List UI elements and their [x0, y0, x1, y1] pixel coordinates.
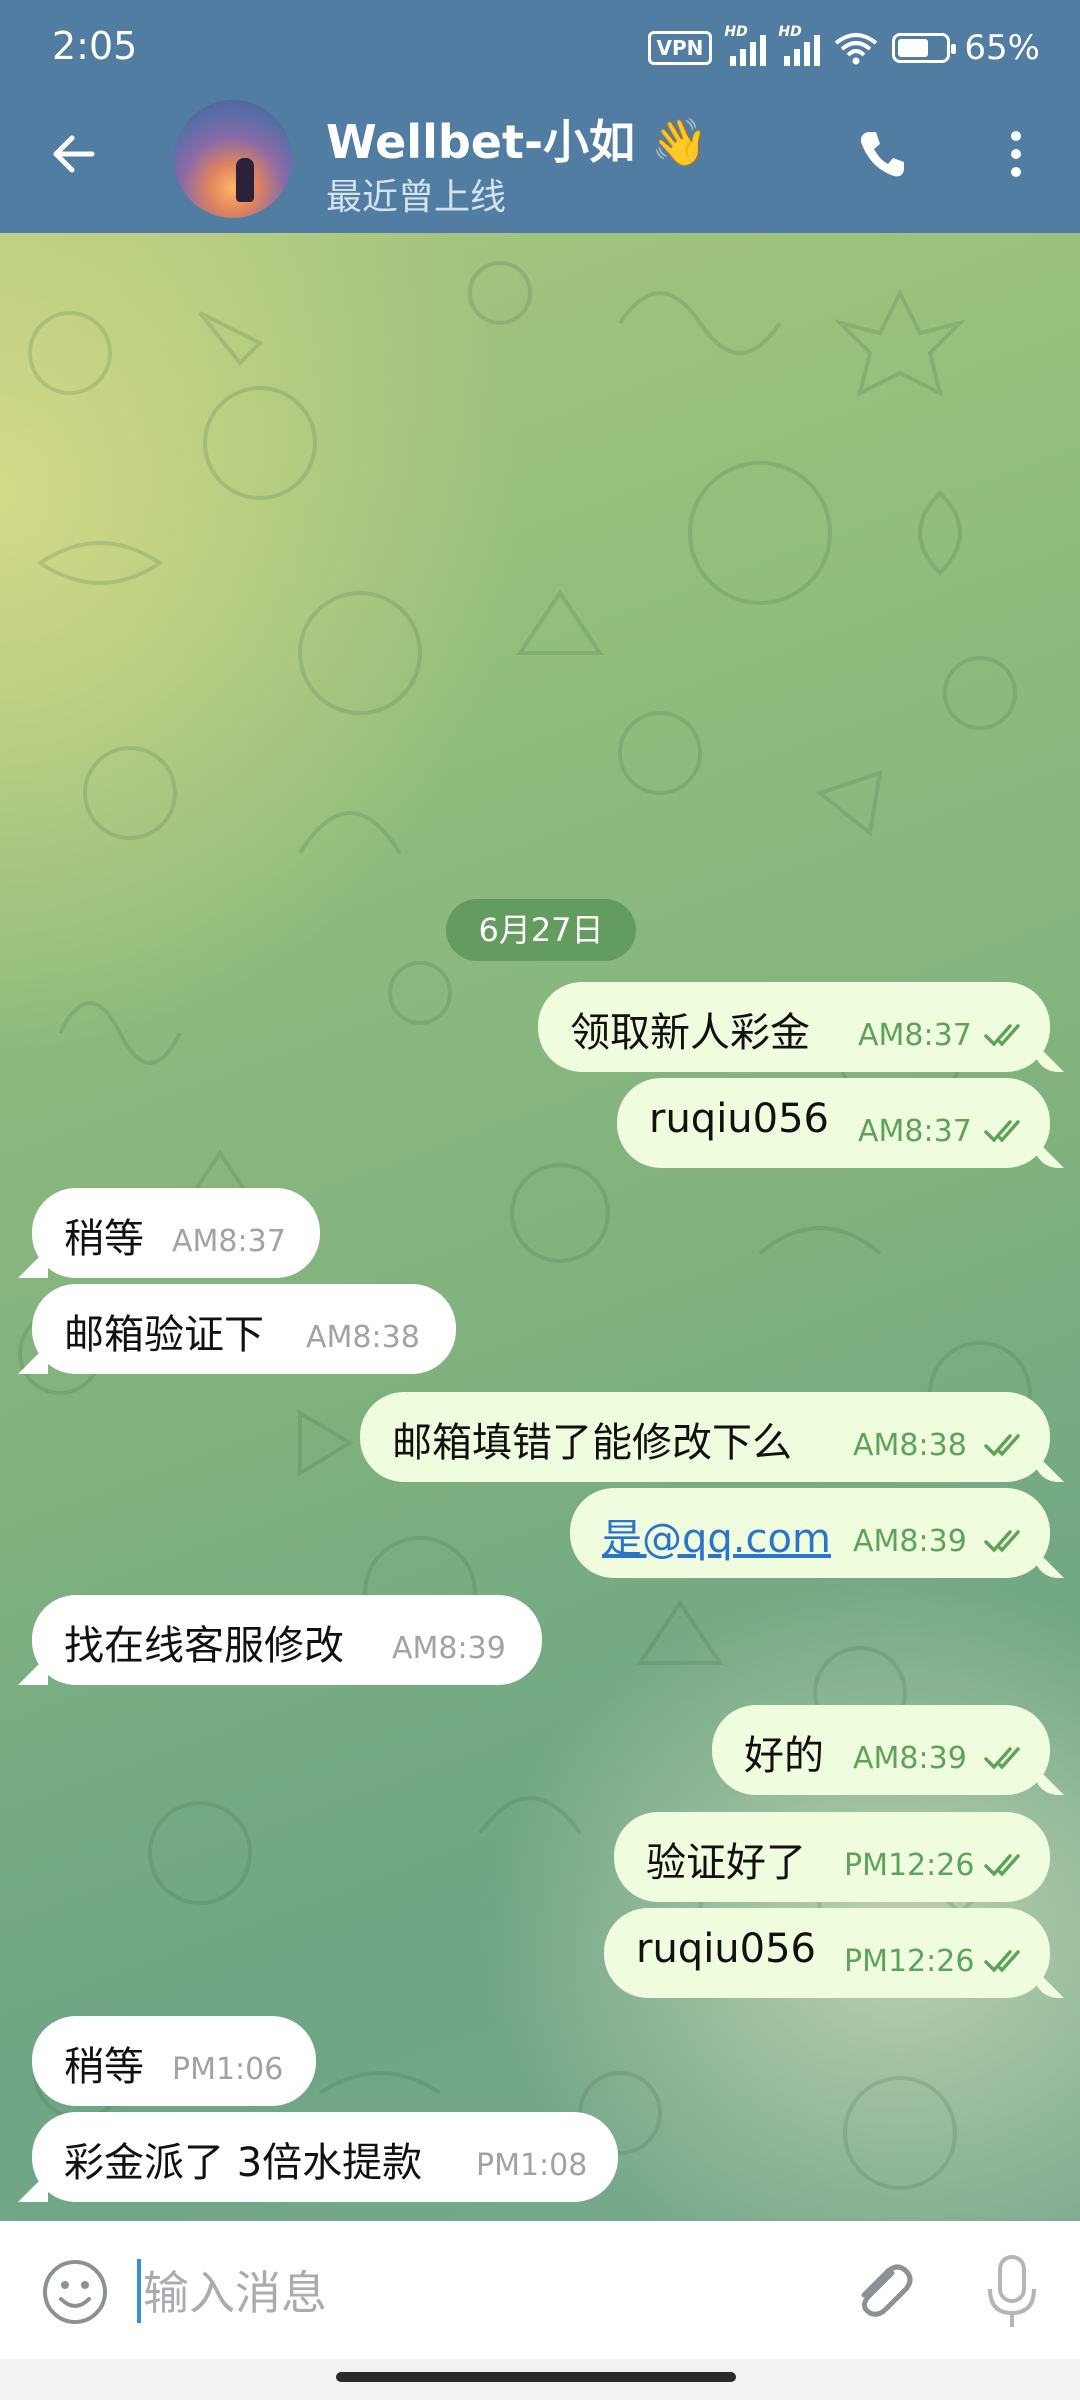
phone-icon[interactable] [852, 124, 912, 184]
wifi-icon [835, 33, 878, 65]
message-bubble-incoming[interactable]: 稍等 AM8:37 [32, 1188, 320, 1278]
message-bubble-outgoing[interactable]: ruqiu056 PM12:26 [604, 1908, 1050, 1998]
back-arrow-icon[interactable] [44, 124, 104, 184]
double-check-icon [984, 1530, 1020, 1553]
message-time: AM8:37 [172, 1224, 286, 1259]
avatar[interactable] [174, 100, 292, 218]
message-input[interactable]: 输入消息 [143, 2257, 327, 2323]
top-bar: 2:05 VPN HD HD 65% Wellbet-小如 👋 最近曾上线 [0, 0, 1080, 233]
message-text: 彩金派了 3倍水提款 [64, 2140, 423, 2186]
double-check-icon [984, 1747, 1020, 1770]
message-text: 稍等 [64, 2044, 144, 2090]
mic-icon[interactable] [982, 2251, 1042, 2331]
double-check-icon [984, 1120, 1020, 1143]
signal-2-icon: HD [778, 24, 821, 66]
system-nav-bar [0, 2359, 1080, 2400]
message-time: AM8:38 [306, 1320, 420, 1355]
battery-percent: 65% [964, 28, 1040, 68]
message-time: PM12:26 [844, 1848, 975, 1883]
message-time: AM8:39 [853, 1741, 967, 1776]
message-time: PM1:06 [172, 2052, 284, 2087]
chat-title[interactable]: Wellbet-小如 👋 [326, 106, 708, 172]
message-time: AM8:37 [858, 1018, 972, 1053]
message-bubble-outgoing[interactable]: 是@qq.com AM8:39 [570, 1488, 1050, 1578]
message-text: 好的 [744, 1733, 824, 1779]
message-bubble-outgoing[interactable]: ruqiu056 AM8:37 [617, 1078, 1050, 1168]
vpn-badge: VPN [647, 31, 713, 65]
message-text: ruqiu056 [636, 1926, 816, 1972]
double-check-icon [984, 1434, 1020, 1457]
attach-icon[interactable] [846, 2253, 918, 2325]
message-time: AM8:39 [853, 1524, 967, 1559]
message-text: 邮箱填错了能修改下么 [392, 1420, 792, 1466]
chat-status: 最近曾上线 [326, 177, 507, 218]
message-text: 稍等 [64, 1216, 144, 1262]
message-link[interactable]: 是@qq.com [602, 1506, 831, 1564]
more-vert-icon[interactable] [996, 124, 1036, 184]
battery-icon [892, 33, 957, 63]
message-text: 找在线客服修改 [64, 1623, 344, 1669]
message-bubble-incoming[interactable]: 邮箱验证下 AM8:38 [32, 1284, 456, 1374]
message-bubble-incoming[interactable]: 彩金派了 3倍水提款 PM1:08 [32, 2112, 618, 2202]
message-text: 领取新人彩金 [570, 1010, 810, 1056]
status-icons: VPN HD HD 65% [647, 24, 1040, 72]
double-check-icon [984, 1950, 1020, 1973]
chat-area[interactable]: 6月27日 领取新人彩金 AM8:37 ruqiu056 AM8:37 稍等 A… [0, 233, 1080, 2221]
message-time: PM12:26 [844, 1944, 975, 1979]
text-cursor [137, 2259, 141, 2323]
message-text: 邮箱验证下 [64, 1312, 264, 1358]
message-bubble-outgoing[interactable]: 领取新人彩金 AM8:37 [538, 982, 1050, 1072]
message-bubble-outgoing[interactable]: 验证好了 PM12:26 [614, 1812, 1050, 1902]
message-bubble-incoming[interactable]: 找在线客服修改 AM8:39 [32, 1595, 542, 1685]
message-input-bar: 输入消息 [0, 2221, 1080, 2359]
message-time: PM1:08 [476, 2148, 588, 2183]
emoji-icon[interactable] [40, 2257, 110, 2327]
status-bar: 2:05 VPN HD HD 65% [0, 0, 1080, 96]
message-time: AM8:38 [853, 1428, 967, 1463]
double-check-icon [984, 1024, 1020, 1047]
message-text: 验证好了 [646, 1840, 806, 1886]
message-bubble-outgoing[interactable]: 邮箱填错了能修改下么 AM8:38 [360, 1392, 1050, 1482]
home-indicator[interactable] [336, 2372, 736, 2382]
chat-header: Wellbet-小如 👋 最近曾上线 [0, 96, 1080, 233]
date-separator: 6月27日 [446, 899, 636, 961]
message-bubble-outgoing[interactable]: 好的 AM8:39 [712, 1705, 1050, 1795]
message-time: AM8:37 [858, 1114, 972, 1149]
message-bubble-incoming[interactable]: 稍等 PM1:06 [32, 2016, 316, 2106]
message-text: ruqiu056 [649, 1096, 829, 1142]
status-time: 2:05 [52, 24, 138, 68]
double-check-icon [984, 1854, 1020, 1877]
signal-1-icon: HD [724, 24, 767, 66]
message-time: AM8:39 [392, 1631, 506, 1666]
